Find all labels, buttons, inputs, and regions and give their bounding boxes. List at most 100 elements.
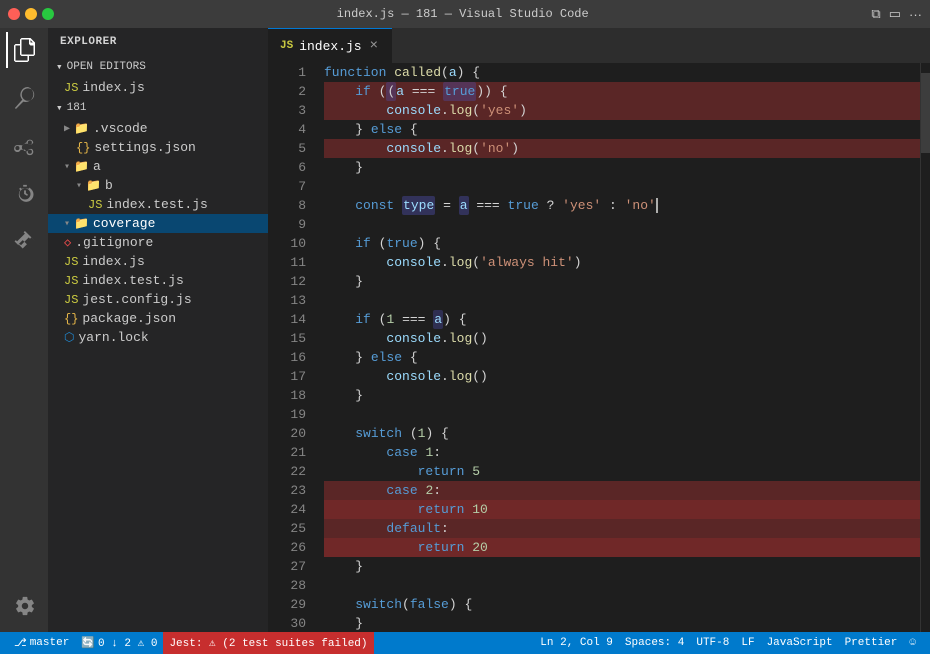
code-line-9 xyxy=(324,215,920,234)
open-editor-index-js[interactable]: JS index.js xyxy=(48,78,268,97)
package-json-file[interactable]: {} package.json xyxy=(48,309,268,328)
formatter[interactable]: Prettier xyxy=(839,632,904,654)
code-line-5: console.log('no') xyxy=(324,139,920,158)
minimap[interactable] xyxy=(920,63,930,632)
jest-config-js-file[interactable]: JS jest.config.js xyxy=(48,290,268,309)
tab-file-icon: JS xyxy=(280,40,293,52)
settings-json-file[interactable]: {} settings.json xyxy=(48,138,268,157)
code-line-15: console.log() xyxy=(324,329,920,348)
formatter-label: Prettier xyxy=(845,637,898,649)
index-test-js-label: index.test.js xyxy=(82,273,183,288)
root-folder-label: 181 xyxy=(67,102,87,114)
line-ending[interactable]: LF xyxy=(735,632,760,654)
minimize-button[interactable] xyxy=(25,8,37,20)
code-line-8: const type = a === true ? 'yes' : 'no' xyxy=(324,196,920,215)
editor-content[interactable]: 1 2 3 4 5 6 7 8 9 10 11 12 13 14 15 16 1… xyxy=(268,63,930,632)
source-control-activity-icon[interactable] xyxy=(6,128,42,164)
a-folder-icon: 📁 xyxy=(74,159,89,174)
tab-close-button[interactable]: × xyxy=(368,37,380,55)
more-actions-icon[interactable]: ··· xyxy=(909,6,922,22)
sync-status[interactable]: 🔄 0 ↓ 2 ⚠ 0 xyxy=(75,632,163,654)
settings-json-label: settings.json xyxy=(94,140,195,155)
code-line-2: if ((a === true)) { xyxy=(324,82,920,101)
coverage-folder-icon: 📁 xyxy=(74,216,89,231)
cursor-position[interactable]: Ln 2, Col 9 xyxy=(534,632,619,654)
line-numbers: 1 2 3 4 5 6 7 8 9 10 11 12 13 14 15 16 1… xyxy=(268,63,316,632)
code-line-19 xyxy=(324,405,920,424)
code-line-17: console.log() xyxy=(324,367,920,386)
a-folder[interactable]: ▾ 📁 a xyxy=(48,157,268,176)
code-editor[interactable]: function called(a) { if ((a === true)) {… xyxy=(316,63,920,632)
code-line-24: return 10 xyxy=(324,500,920,519)
package-json-icon: {} xyxy=(64,312,78,326)
toggle-panel-icon[interactable]: ▭ xyxy=(889,6,901,22)
maximize-button[interactable] xyxy=(42,8,54,20)
code-line-27: } xyxy=(324,557,920,576)
language-label: JavaScript xyxy=(767,637,833,649)
git-branch-icon: ⎇ xyxy=(14,636,27,650)
vscode-folder[interactable]: ▶ 📁 .vscode xyxy=(48,119,268,138)
tab-index-js[interactable]: JS index.js × xyxy=(268,28,392,63)
indentation[interactable]: Spaces: 4 xyxy=(619,632,690,654)
tab-bar: JS index.js × xyxy=(268,28,930,63)
feedback[interactable]: ☺ xyxy=(903,632,922,654)
gitignore-icon: ◇ xyxy=(64,235,71,250)
main-layout: Explorer ▾ OPEN EDITORS JS index.js ▾ 18… xyxy=(0,28,930,632)
git-branch-status[interactable]: ⎇ master xyxy=(8,632,75,654)
position-label: Ln 2, Col 9 xyxy=(540,637,613,649)
line-ending-label: LF xyxy=(741,637,754,649)
index-js-icon: JS xyxy=(64,255,78,269)
code-line-6: } xyxy=(324,158,920,177)
chevron-right-icon: ▶ xyxy=(64,123,70,135)
code-line-26: return 20 xyxy=(324,538,920,557)
vscode-folder-label: .vscode xyxy=(93,121,148,136)
chevron-down-icon: ▾ xyxy=(56,60,63,74)
window-controls[interactable] xyxy=(8,8,54,20)
coverage-folder[interactable]: ▾ 📁 coverage xyxy=(48,214,268,233)
encoding[interactable]: UTF-8 xyxy=(690,632,735,654)
code-line-16: } else { xyxy=(324,348,920,367)
manage-activity-icon[interactable] xyxy=(6,588,42,624)
jest-status[interactable]: Jest: ⚠ (2 test suites failed) xyxy=(163,632,373,654)
root-folder[interactable]: ▾ 181 xyxy=(48,97,268,119)
b-folder[interactable]: ▾ 📁 b xyxy=(48,176,268,195)
open-editors-section[interactable]: ▾ OPEN EDITORS xyxy=(48,56,268,78)
js-icon-b: JS xyxy=(88,198,102,212)
index-test-js-b[interactable]: JS index.test.js xyxy=(48,195,268,214)
extensions-activity-icon[interactable] xyxy=(6,224,42,260)
sidebar: Explorer ▾ OPEN EDITORS JS index.js ▾ 18… xyxy=(48,28,268,632)
folder-icon: 📁 xyxy=(74,121,89,136)
code-line-28 xyxy=(324,576,920,595)
run-debug-activity-icon[interactable] xyxy=(6,176,42,212)
split-editor-icon[interactable]: ⧉ xyxy=(871,6,880,22)
index-test-js-icon: JS xyxy=(64,274,78,288)
yarn-lock-label: yarn.lock xyxy=(78,330,148,345)
code-line-14: if (1 === a) { xyxy=(324,310,920,329)
json-file-icon: {} xyxy=(76,141,90,155)
activity-bar xyxy=(0,28,48,632)
code-line-11: console.log('always hit') xyxy=(324,253,920,272)
gitignore-file[interactable]: ◇ .gitignore xyxy=(48,233,268,252)
index-js-file[interactable]: JS index.js xyxy=(48,252,268,271)
index-js-label: index.js xyxy=(82,254,144,269)
code-line-4: } else { xyxy=(324,120,920,139)
search-activity-icon[interactable] xyxy=(6,80,42,116)
sync-icon: 🔄 xyxy=(81,636,95,650)
code-line-25: default: xyxy=(324,519,920,538)
index-test-js-file[interactable]: JS index.test.js xyxy=(48,271,268,290)
spaces-label: Spaces: 4 xyxy=(625,637,684,649)
close-button[interactable] xyxy=(8,8,20,20)
code-line-22: return 5 xyxy=(324,462,920,481)
code-line-29: switch(false) { xyxy=(324,595,920,614)
jest-label: Jest: ⚠ (2 test suites failed) xyxy=(169,636,367,650)
tab-filename: index.js xyxy=(299,39,361,54)
open-editors-label: OPEN EDITORS xyxy=(67,61,146,73)
minimap-scroll-thumb[interactable] xyxy=(921,73,930,153)
language-mode[interactable]: JavaScript xyxy=(761,632,839,654)
chevron-down-icon-a: ▾ xyxy=(64,161,70,173)
yarn-lock-file[interactable]: ⬡ yarn.lock xyxy=(48,328,268,347)
explorer-icon[interactable] xyxy=(6,32,42,68)
explorer-header: Explorer xyxy=(48,28,268,56)
title-actions[interactable]: ⧉ ▭ ··· xyxy=(871,6,922,22)
jest-config-label: jest.config.js xyxy=(82,292,191,307)
